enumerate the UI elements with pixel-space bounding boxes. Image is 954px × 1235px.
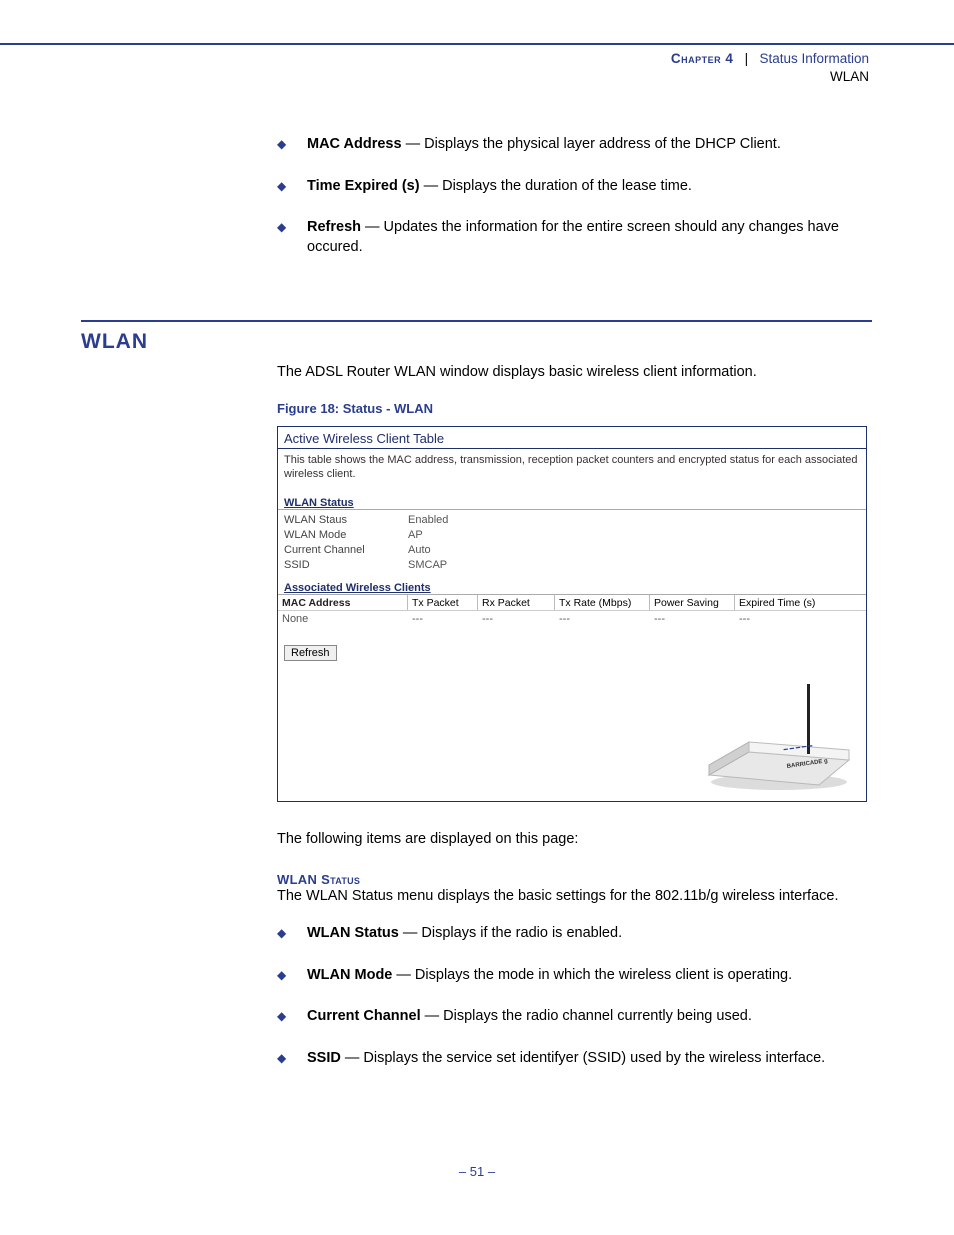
table-row: WLAN StausEnabled bbox=[284, 512, 866, 527]
clients-subheading: Associated Wireless Clients bbox=[278, 572, 866, 595]
table-row: SSIDSMCAP bbox=[284, 557, 866, 572]
list-item: ◆SSID — Displays the service set identif… bbox=[277, 1049, 872, 1069]
top-bullet-list: ◆ MAC Address — Displays the physical la… bbox=[277, 135, 872, 257]
wlan-status-heading: WLAN Status bbox=[277, 872, 872, 887]
column-header: Expired Time (s) bbox=[735, 595, 835, 610]
bullet-icon: ◆ bbox=[277, 218, 307, 257]
bullet-desc: — Displays the physical layer address of… bbox=[402, 136, 781, 152]
list-item: ◆WLAN Mode — Displays the mode in which … bbox=[277, 966, 872, 986]
bullet-term: Refresh bbox=[307, 219, 361, 235]
table-row: WLAN ModeAP bbox=[284, 527, 866, 542]
header-subtitle: WLAN bbox=[830, 69, 869, 84]
bullet-term: SSID bbox=[307, 1050, 341, 1066]
column-header: Power Saving bbox=[650, 595, 735, 610]
bullet-icon: ◆ bbox=[277, 1049, 307, 1069]
status-key: WLAN Mode bbox=[284, 529, 408, 541]
bullet-icon: ◆ bbox=[277, 135, 307, 155]
panel-description: This table shows the MAC address, transm… bbox=[278, 449, 866, 484]
bullet-term: WLAN Status bbox=[307, 925, 399, 941]
page-number: – 51 – bbox=[0, 1164, 954, 1179]
bullet-desc: — Displays the service set identifyer (S… bbox=[341, 1050, 825, 1066]
wlan-panel: Active Wireless Client Table This table … bbox=[277, 426, 867, 802]
page-header: Chapter 4 | Status Information WLAN bbox=[671, 50, 869, 86]
column-header: Rx Packet bbox=[478, 595, 555, 610]
refresh-button[interactable]: Refresh bbox=[284, 645, 337, 661]
wlan-status-description: The WLAN Status menu displays the basic … bbox=[277, 887, 872, 907]
cell: --- bbox=[650, 613, 735, 626]
cell: --- bbox=[478, 613, 555, 626]
lower-bullet-list: ◆WLAN Status — Displays if the radio is … bbox=[277, 924, 872, 1068]
status-key: WLAN Staus bbox=[284, 514, 408, 526]
column-header: Tx Rate (Mbps) bbox=[555, 595, 650, 610]
status-value: Enabled bbox=[408, 514, 448, 526]
bullet-icon: ◆ bbox=[277, 177, 307, 197]
router-image: ━ ━ ━ ━ ━ BARRICADE g bbox=[689, 680, 854, 795]
column-header: Tx Packet bbox=[408, 595, 478, 610]
status-key: SSID bbox=[284, 559, 408, 571]
bullet-desc: — Displays the duration of the lease tim… bbox=[420, 178, 692, 194]
table-row: Current ChannelAuto bbox=[284, 542, 866, 557]
bullet-icon: ◆ bbox=[277, 966, 307, 986]
bullet-term: Time Expired (s) bbox=[307, 178, 420, 194]
bullet-desc: — Updates the information for the entire… bbox=[307, 219, 839, 255]
client-table-header: MAC Address Tx Packet Rx Packet Tx Rate … bbox=[278, 595, 866, 611]
section-intro: The ADSL Router WLAN window displays bas… bbox=[277, 363, 872, 383]
status-value: Auto bbox=[408, 544, 431, 556]
wlan-status-table: WLAN StausEnabled WLAN ModeAP Current Ch… bbox=[278, 510, 866, 572]
cell: None bbox=[278, 613, 408, 626]
list-item: ◆WLAN Status — Displays if the radio is … bbox=[277, 924, 872, 944]
wlan-status-subheading: WLAN Status bbox=[278, 489, 866, 510]
bullet-desc: — Displays if the radio is enabled. bbox=[399, 925, 622, 941]
bullet-desc: — Displays the radio channel currently b… bbox=[421, 1008, 752, 1024]
bullet-term: Current Channel bbox=[307, 1008, 421, 1024]
bullet-desc: — Displays the mode in which the wireles… bbox=[392, 967, 792, 983]
section-heading: WLAN bbox=[81, 330, 148, 354]
cell: --- bbox=[408, 613, 478, 626]
list-item: ◆ Time Expired (s) — Displays the durati… bbox=[277, 177, 872, 197]
cell: --- bbox=[735, 613, 835, 626]
section-rule bbox=[81, 320, 872, 322]
bullet-icon: ◆ bbox=[277, 1007, 307, 1027]
after-panel-intro: The following items are displayed on thi… bbox=[277, 830, 872, 850]
column-header: MAC Address bbox=[278, 595, 408, 610]
figure-caption: Figure 18: Status - WLAN bbox=[277, 401, 872, 416]
status-value: AP bbox=[408, 529, 423, 541]
header-separator: | bbox=[737, 51, 756, 66]
status-value: SMCAP bbox=[408, 559, 447, 571]
list-item: ◆ MAC Address — Displays the physical la… bbox=[277, 135, 872, 155]
table-row: None --- --- --- --- --- bbox=[278, 611, 866, 626]
cell: --- bbox=[555, 613, 650, 626]
list-item: ◆ Refresh — Updates the information for … bbox=[277, 218, 872, 257]
bullet-term: MAC Address bbox=[307, 136, 402, 152]
header-title: Status Information bbox=[759, 51, 869, 66]
status-key: Current Channel bbox=[284, 544, 408, 556]
bullet-term: WLAN Mode bbox=[307, 967, 392, 983]
bullet-icon: ◆ bbox=[277, 924, 307, 944]
list-item: ◆Current Channel — Displays the radio ch… bbox=[277, 1007, 872, 1027]
panel-title: Active Wireless Client Table bbox=[278, 427, 866, 449]
header-chapter: Chapter 4 bbox=[671, 51, 734, 66]
header-rule bbox=[0, 43, 954, 45]
